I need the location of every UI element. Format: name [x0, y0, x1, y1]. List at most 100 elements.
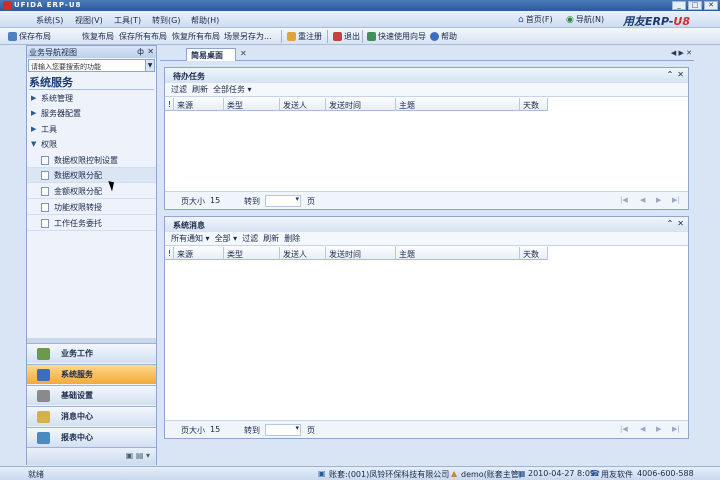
nav-report-center[interactable]: 报表中心: [27, 427, 156, 447]
toolbar-separator: [281, 30, 282, 43]
col-sender[interactable]: 发送人: [280, 98, 326, 111]
nav-system-service[interactable]: 系统服务: [27, 364, 156, 384]
save-layout-button[interactable]: 保存布局: [8, 31, 51, 42]
col-priority[interactable]: !: [165, 98, 174, 111]
col-source[interactable]: 来源: [174, 247, 224, 260]
exit-icon: [333, 32, 342, 41]
scene-save-as-button[interactable]: 场景另存为...: [224, 31, 272, 42]
last-page-icon[interactable]: ▶|: [672, 196, 680, 204]
todo-tasks-panel: 待办任务 ⌃ ✕ 过滤 刷新 全部任务 ▾ ! 来源 类型 发送人 发送时间 主…: [164, 67, 689, 210]
pin-icon[interactable]: ф: [137, 47, 144, 56]
nav-label: 消息中心: [61, 412, 93, 421]
last-page-icon[interactable]: ▶|: [672, 425, 680, 433]
menu-help[interactable]: 帮助(H): [191, 15, 219, 26]
tree-item-tools[interactable]: ▶ 工具: [27, 122, 156, 137]
filter-button[interactable]: 过滤: [171, 84, 187, 95]
col-days[interactable]: 天数: [520, 98, 548, 111]
col-priority[interactable]: !: [165, 247, 174, 260]
function-search-input[interactable]: 请输入您要搜索的功能: [28, 59, 155, 72]
close-icon[interactable]: ✕: [677, 219, 684, 228]
tree-child-data-permission-assign[interactable]: 数据权限分配: [27, 168, 156, 183]
nav-overflow-bar: ▣ ▤ ▾: [27, 447, 156, 465]
quick-guide-button[interactable]: 快速使用向导: [367, 31, 426, 42]
close-panel-icon[interactable]: ✕: [147, 47, 154, 56]
col-subject[interactable]: 主题: [396, 98, 520, 111]
minimize-button[interactable]: _: [672, 1, 686, 10]
search-dropdown-icon[interactable]: ▼: [145, 60, 154, 71]
close-icon[interactable]: ✕: [677, 70, 684, 79]
task-scope-dropdown[interactable]: 全部任务 ▾: [213, 84, 252, 95]
save-icon: [8, 32, 17, 41]
col-send-time[interactable]: 发送时间: [326, 247, 396, 260]
goto-label: 转到: [244, 426, 260, 435]
relogin-button[interactable]: 重注册: [287, 31, 322, 42]
collapse-arrow-icon: ▼: [31, 140, 37, 148]
first-page-icon[interactable]: |◀: [620, 196, 628, 204]
page-size-input[interactable]: 15: [210, 196, 220, 205]
nav-business-work[interactable]: 业务工作: [27, 343, 156, 363]
filter-button[interactable]: 过滤: [242, 233, 258, 244]
expand-arrow-icon: ▶: [31, 125, 37, 133]
delete-button[interactable]: 删除: [284, 233, 300, 244]
restore-all-layout-button[interactable]: 恢复所有布局: [172, 31, 220, 42]
menu-goto[interactable]: 转到(G): [152, 15, 180, 26]
window-title: UFIDA ERP-U8: [14, 1, 82, 9]
maximize-button[interactable]: □: [688, 1, 702, 10]
page-size-input[interactable]: 15: [210, 425, 220, 434]
save-all-layout-button[interactable]: 保存所有布局: [119, 31, 167, 42]
divider: [29, 89, 154, 90]
help-button[interactable]: 帮助: [430, 31, 457, 42]
tree-item-server-config[interactable]: ▶ 服务器配置: [27, 106, 156, 121]
tree-child-task-delegation[interactable]: 工作任务委托: [27, 216, 156, 231]
pager-bar: 页大小 15 转到 ▾ 页 |◀ ◀ ▶ ▶|: [165, 420, 688, 438]
navigation-button[interactable]: ◉ 导航(N): [566, 14, 604, 25]
exit-button[interactable]: 退出: [333, 31, 360, 42]
collapse-icon[interactable]: ⌃: [667, 70, 674, 79]
tab-scroll-icons[interactable]: ◀ ▶ ✕: [671, 49, 692, 57]
status-ready: 就绪: [28, 470, 44, 479]
grid-header: ! 来源 类型 发送人 发送时间 主题 天数: [165, 98, 548, 111]
page-size-label: 页大小: [181, 426, 205, 435]
col-subject[interactable]: 主题: [396, 247, 520, 260]
close-window-button[interactable]: ✕: [704, 1, 718, 10]
col-send-time[interactable]: 发送时间: [326, 98, 396, 111]
first-page-icon[interactable]: |◀: [620, 425, 628, 433]
tree-child-data-permission-control[interactable]: 数据权限控制设置: [27, 153, 156, 168]
home-button[interactable]: ⌂ 首页(F): [518, 14, 553, 25]
tab-simple-desktop[interactable]: 简易桌面: [186, 48, 236, 61]
prev-page-icon[interactable]: ◀: [640, 425, 645, 433]
tree-child-function-permission-transfer[interactable]: 功能权限转授: [27, 200, 156, 215]
refresh-button[interactable]: 刷新: [263, 233, 279, 244]
col-source[interactable]: 来源: [174, 98, 224, 111]
nav-basic-settings[interactable]: 基础设置: [27, 385, 156, 405]
refresh-button[interactable]: 刷新: [192, 84, 208, 95]
prev-page-icon[interactable]: ◀: [640, 196, 645, 204]
tree-item-permissions[interactable]: ▼ 权限: [27, 137, 156, 152]
navigation-label: 导航(N): [575, 15, 605, 24]
next-page-icon[interactable]: ▶: [656, 196, 661, 204]
next-page-icon[interactable]: ▶: [656, 425, 661, 433]
guide-icon: [367, 32, 376, 41]
tab-close-icon[interactable]: ✕: [240, 49, 247, 58]
col-type[interactable]: 类型: [224, 98, 280, 111]
panel-title: 待办任务: [173, 72, 205, 81]
collapse-icon[interactable]: ⌃: [667, 219, 674, 228]
col-days[interactable]: 天数: [520, 247, 548, 260]
tree-child-amount-permission-assign[interactable]: 金额权限分配: [27, 184, 156, 199]
menu-view[interactable]: 视图(V): [75, 15, 103, 26]
menu-tools[interactable]: 工具(T): [114, 15, 141, 26]
notice-type-dropdown[interactable]: 所有通知 ▾: [171, 233, 210, 244]
toolbar: 保存布局 恢复布局 保存所有布局 恢复所有布局 场景另存为... 重注册 退出 …: [0, 28, 720, 45]
document-icon: [41, 156, 49, 165]
col-sender[interactable]: 发送人: [280, 247, 326, 260]
col-type[interactable]: 类型: [224, 247, 280, 260]
page-size-label: 页大小: [181, 197, 205, 206]
menu-system[interactable]: 系统(S): [36, 15, 63, 26]
overflow-icons[interactable]: ▣ ▤ ▾: [126, 451, 150, 460]
goto-page-select[interactable]: ▾: [265, 424, 301, 436]
scope-dropdown[interactable]: 全部 ▾: [215, 233, 238, 244]
restore-layout-button[interactable]: 恢复布局: [82, 31, 114, 42]
nav-message-center[interactable]: 消息中心: [27, 406, 156, 426]
goto-page-select[interactable]: ▾: [265, 195, 301, 207]
tree-item-system-management[interactable]: ▶ 系统管理: [27, 91, 156, 106]
